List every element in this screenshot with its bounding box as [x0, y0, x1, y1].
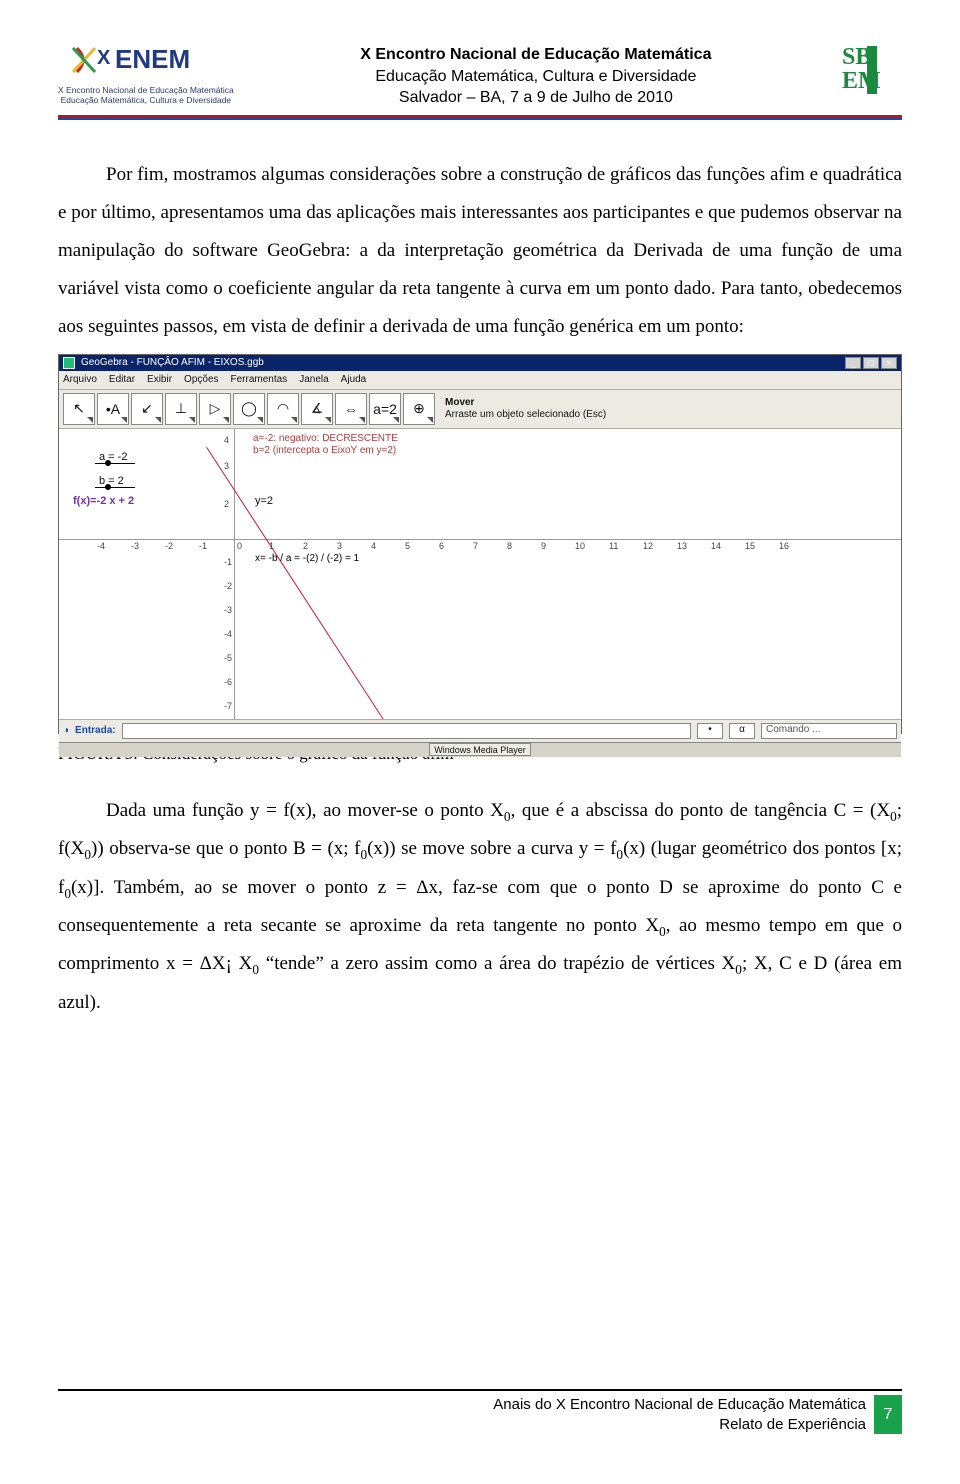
footer-rule: [58, 1389, 902, 1391]
menu-exibir[interactable]: Exibir: [147, 374, 172, 385]
close-button[interactable]: ×: [881, 357, 897, 369]
header-title-block: X Encontro Nacional de Educação Matemáti…: [248, 42, 824, 109]
label-a: a = -2: [99, 451, 127, 463]
label-fx: f(x)=-2 x + 2: [73, 495, 134, 507]
tool-circle[interactable]: ◯: [233, 393, 265, 425]
input-field[interactable]: [122, 723, 691, 739]
tool-reflect[interactable]: ⇔: [335, 393, 367, 425]
tool-slider[interactable]: a=2: [369, 393, 401, 425]
enem-logo-caption-2: Educação Matemática, Cultura e Diversida…: [61, 96, 232, 106]
input-bar: ◑ Entrada: • α Comando ...: [59, 719, 901, 742]
menu-janela[interactable]: Janela: [299, 374, 328, 385]
symbol-picker-1[interactable]: •: [697, 723, 723, 739]
menu-ferramentas[interactable]: Ferramentas: [231, 374, 288, 385]
toolbar-hint: Mover Arraste um objeto selecionado (Esc…: [445, 397, 606, 421]
tool-arc[interactable]: ◠: [267, 393, 299, 425]
tool-move[interactable]: ↖: [63, 393, 95, 425]
tool-perpendicular[interactable]: ⊥: [165, 393, 197, 425]
menu-arquivo[interactable]: Arquivo: [63, 374, 97, 385]
toolbar: ↖ •A ↙ ⊥ ▷ ◯ ◠ ∡ ⇔ a=2 ⊕ Mover Arraste u…: [59, 390, 901, 429]
menu-ajuda[interactable]: Ajuda: [341, 374, 367, 385]
paragraph-2: Dada uma função y = f(x), ao mover-se o …: [58, 792, 902, 1022]
enem-logo-svg: X ENEM: [71, 42, 221, 86]
sbem-logo-svg: SB EM: [838, 42, 902, 98]
annotation-a: a=-2: negativo: DECRESCENTE: [253, 433, 398, 444]
menu-bar: Arquivo Editar Exibir Opções Ferramentas…: [59, 371, 901, 390]
menu-opcoes[interactable]: Opções: [184, 374, 218, 385]
header-line-3: Salvador – BA, 7 a 9 de Julho de 2010: [248, 87, 824, 109]
menu-editar[interactable]: Editar: [109, 374, 135, 385]
tool-angle[interactable]: ∡: [301, 393, 333, 425]
document-header: X ENEM X Encontro Nacional de Educação M…: [58, 42, 902, 109]
x-axis: [59, 539, 901, 540]
slider-b[interactable]: [95, 487, 135, 488]
page-number: 7: [874, 1395, 902, 1434]
footer-line-1: Anais do X Encontro Nacional de Educação…: [58, 1395, 866, 1415]
label-b: b = 2: [99, 475, 124, 487]
sbem-logo: SB EM: [838, 42, 902, 98]
minimize-button[interactable]: _: [845, 357, 861, 369]
tool-move-view[interactable]: ⊕: [403, 393, 435, 425]
window-title: GeoGebra - FUNÇÂO AFIM - EIXOS.ggb: [81, 357, 264, 368]
taskbar-item[interactable]: Windows Media Player: [429, 743, 531, 756]
label-root: x= -b / a = -(2) / (-2) = 1: [255, 553, 359, 564]
input-label: Entrada:: [75, 725, 116, 736]
toolbar-hint-sub: Arraste um objeto selecionado (Esc): [445, 409, 606, 420]
enem-text: ENEM: [115, 44, 190, 74]
header-line-1: X Encontro Nacional de Educação Matemáti…: [248, 44, 824, 66]
maximize-button[interactable]: □: [863, 357, 879, 369]
tool-line[interactable]: ↙: [131, 393, 163, 425]
footer-line-2: Relato de Experiência: [58, 1415, 866, 1435]
enem-logo: X ENEM X Encontro Nacional de Educação M…: [58, 42, 234, 106]
app-icon: [63, 357, 75, 369]
command-picker[interactable]: Comando ...: [761, 723, 897, 739]
window-titlebar[interactable]: GeoGebra - FUNÇÂO AFIM - EIXOS.ggb _ □ ×: [59, 355, 901, 371]
page-footer: Anais do X Encontro Nacional de Educação…: [58, 1389, 902, 1434]
symbol-picker-2[interactable]: α: [729, 723, 755, 739]
header-line-2: Educação Matemática, Cultura e Diversida…: [248, 66, 824, 88]
page: X ENEM X Encontro Nacional de Educação M…: [0, 0, 960, 1484]
label-y2: y=2: [255, 495, 273, 507]
tool-point[interactable]: •A: [97, 393, 129, 425]
body-text-2: Dada uma função y = f(x), ao mover-se o …: [58, 792, 902, 1022]
os-taskbar: Windows Media Player: [59, 742, 901, 757]
slider-a[interactable]: [95, 463, 135, 464]
svg-text:SB: SB: [842, 44, 871, 70]
tool-polygon[interactable]: ▷: [199, 393, 231, 425]
paragraph-1: Por fim, mostramos algumas considerações…: [58, 156, 902, 346]
graphics-view[interactable]: a=-2: negativo: DECRESCENTE b=2 (interce…: [59, 429, 901, 719]
function-line[interactable]: [206, 447, 545, 719]
y-axis: [234, 429, 235, 719]
annotation-b: b=2 (intercepta o EixoY em y=2): [253, 445, 396, 456]
geogebra-screenshot: GeoGebra - FUNÇÂO AFIM - EIXOS.ggb _ □ ×…: [58, 354, 902, 734]
body-text: Por fim, mostramos algumas considerações…: [58, 156, 902, 346]
header-divider: [58, 115, 902, 120]
svg-text:X: X: [97, 47, 111, 69]
toolbar-hint-title: Mover: [445, 397, 606, 409]
